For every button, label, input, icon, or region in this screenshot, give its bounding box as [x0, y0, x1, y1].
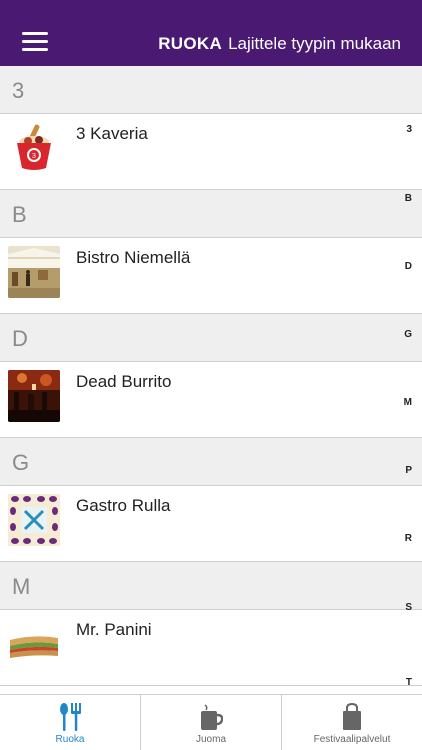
section-letter: G [12, 450, 30, 475]
night-crowd-thumbnail [8, 370, 60, 422]
index-letter[interactable]: T [406, 677, 412, 688]
list-item[interactable]: Dead Burrito [0, 362, 422, 438]
restaurant-name: 3 Kaveria [76, 124, 148, 143]
restaurant-name: Gastro Rulla [76, 496, 171, 515]
section-header: G [0, 438, 422, 486]
section-letter: 3 [12, 78, 25, 103]
section-letter: D [12, 326, 28, 351]
svg-text:3: 3 [32, 153, 36, 160]
list-item[interactable]: Bistro Niemellä [0, 238, 422, 314]
list-item[interactable]: Gastro Rulla [0, 486, 422, 562]
tab-label: Festivaalipalvelut [313, 734, 391, 745]
index-letter[interactable]: R [405, 533, 412, 544]
app-header: RUOKA Lajittele tyypin mukaan [0, 0, 422, 66]
page-title-bold: RUOKA [158, 34, 223, 53]
cup-icon [199, 703, 224, 736]
tab-ruoka[interactable]: Ruoka [0, 695, 141, 750]
shopping-bag-icon [341, 702, 363, 736]
list-item[interactable]: 3 3 Kaveria [0, 114, 422, 190]
tab-juoma[interactable]: Juoma [141, 695, 282, 750]
restaurant-list[interactable]: 3 3 3 Kaveria B Bistro Niemellä D Dead B… [0, 66, 422, 694]
index-letter[interactable]: 3 [406, 124, 412, 135]
tab-festivaalipalvelut[interactable]: Festivaalipalvelut [282, 695, 422, 750]
section-letter: B [12, 202, 27, 227]
festival-tent-thumbnail [8, 246, 60, 298]
list-item[interactable]: Mr. Panini [0, 610, 422, 686]
index-letter[interactable]: S [405, 602, 412, 613]
section-letter: M [12, 574, 31, 599]
section-header: D [0, 314, 422, 362]
section-header: 3 [0, 66, 422, 114]
fork-knife-pattern-thumbnail [8, 494, 60, 546]
page-title: RUOKA Lajittele tyypin mukaan [158, 34, 401, 54]
hamburger-menu-icon[interactable] [22, 32, 48, 52]
page-title-subtitle: Lajittele tyypin mukaan [228, 34, 401, 53]
alphabet-index[interactable]: 3 B D G M P R S T [398, 66, 414, 694]
sandwich-thumbnail [8, 618, 60, 670]
section-header: B [0, 190, 422, 238]
index-letter[interactable]: B [405, 193, 412, 204]
restaurant-name: Bistro Niemellä [76, 248, 191, 267]
restaurant-name: Mr. Panini [76, 620, 152, 639]
restaurant-name: Dead Burrito [76, 372, 172, 391]
section-header: M [0, 562, 422, 610]
index-letter[interactable]: P [405, 465, 412, 476]
tab-label: Ruoka [55, 734, 85, 745]
tab-label: Juoma [195, 734, 226, 745]
ice-cream-cup-thumbnail: 3 [8, 122, 60, 174]
index-letter[interactable]: D [405, 261, 412, 272]
index-letter[interactable]: G [404, 329, 412, 340]
fork-spoon-icon [57, 703, 83, 736]
index-letter[interactable]: M [404, 397, 412, 408]
tab-bar: Ruoka Juoma Festivaalipalvelut [0, 694, 422, 750]
